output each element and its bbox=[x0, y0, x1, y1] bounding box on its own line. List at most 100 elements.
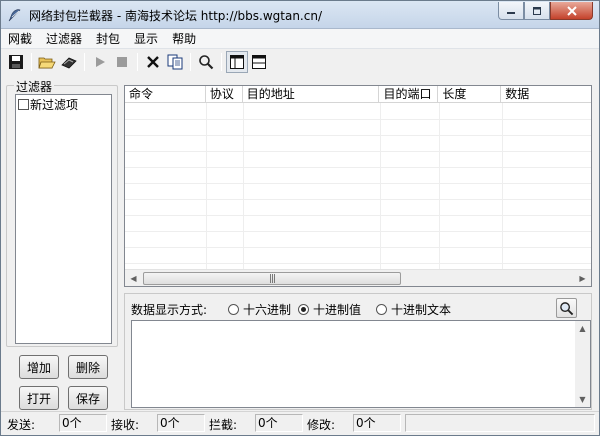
clear-button[interactable] bbox=[58, 51, 80, 73]
grid-line bbox=[125, 119, 591, 120]
scroll-thumb[interactable]: ||| bbox=[143, 272, 401, 285]
scroll-up-arrow[interactable]: ▲ bbox=[575, 321, 590, 336]
menu-item-view[interactable]: 显示 bbox=[127, 29, 165, 49]
grid-line bbox=[125, 215, 591, 216]
delete-icon bbox=[147, 56, 159, 68]
add-filter-button[interactable]: 增加 bbox=[19, 355, 59, 379]
layout-columns-button[interactable] bbox=[226, 51, 248, 73]
layout-rows-icon bbox=[252, 55, 266, 69]
radio-decimal-value-button[interactable] bbox=[298, 304, 309, 315]
toolbar-separator bbox=[190, 53, 191, 71]
eraser-icon bbox=[61, 57, 77, 69]
status-block-label: 拦截: bbox=[209, 418, 238, 432]
grid-line bbox=[125, 167, 591, 168]
column-header-data[interactable]: 数据 bbox=[501, 86, 591, 102]
layout-columns-icon bbox=[230, 55, 244, 69]
window-controls bbox=[498, 2, 593, 20]
grid-line bbox=[502, 103, 503, 269]
packet-list-header: 命令 协议 目的地址 目的端口 长度 数据 bbox=[125, 86, 591, 103]
column-header-dest-port[interactable]: 目的端口 bbox=[379, 86, 439, 102]
grid-line bbox=[243, 103, 244, 269]
grid-line bbox=[125, 199, 591, 200]
status-send-value: 0个 bbox=[59, 414, 107, 432]
grid-line bbox=[125, 135, 591, 136]
radio-decimal-text-button[interactable] bbox=[376, 304, 387, 315]
stop-button[interactable] bbox=[111, 51, 133, 73]
status-modify-label: 修改: bbox=[307, 418, 336, 432]
radio-decimal-value-label: 十进制值 bbox=[313, 303, 362, 317]
grid-line bbox=[125, 183, 591, 184]
delete-filter-button[interactable]: 删除 bbox=[68, 355, 108, 379]
radio-hex[interactable]: 十六进制 bbox=[228, 301, 291, 318]
grid-line bbox=[206, 103, 207, 269]
close-button[interactable] bbox=[550, 2, 593, 20]
menu-bar: 网截 过滤器 封包 显示 帮助 bbox=[1, 29, 599, 49]
packet-list[interactable]: 命令 协议 目的地址 目的端口 长度 数据 ◀ ||| ▶ bbox=[124, 85, 592, 287]
packet-list-grid bbox=[125, 103, 591, 269]
grid-line bbox=[125, 231, 591, 232]
grid-line bbox=[125, 151, 591, 152]
scroll-down-arrow[interactable]: ▼ bbox=[575, 392, 590, 407]
radio-selected-dot bbox=[301, 307, 306, 312]
close-icon bbox=[566, 5, 577, 16]
toolbar-separator bbox=[31, 53, 32, 71]
title-bar: 网络封包拦截器 - 南海技术论坛 http://bbs.wgtan.cn/ bbox=[1, 1, 599, 29]
save-icon bbox=[9, 55, 23, 69]
radio-decimal-text[interactable]: 十进制文本 bbox=[376, 301, 451, 318]
menu-item-capture[interactable]: 网截 bbox=[1, 29, 39, 49]
grid-line bbox=[125, 263, 591, 264]
status-panel-empty bbox=[405, 414, 595, 432]
window-title: 网络封包拦截器 - 南海技术论坛 http://bbs.wgtan.cn/ bbox=[29, 9, 322, 23]
data-search-button[interactable] bbox=[556, 298, 577, 318]
filter-list[interactable]: 新过滤项 bbox=[15, 94, 112, 344]
maximize-button[interactable] bbox=[524, 2, 550, 20]
column-header-command[interactable]: 命令 bbox=[125, 86, 206, 102]
save-filter-button[interactable]: 保存 bbox=[68, 386, 108, 410]
menu-item-packet[interactable]: 封包 bbox=[89, 29, 127, 49]
status-send-label: 发送: bbox=[7, 418, 36, 432]
grid-line bbox=[380, 103, 381, 269]
status-block-value: 0个 bbox=[255, 414, 303, 432]
stop-icon bbox=[117, 57, 127, 67]
radio-decimal-value[interactable]: 十进制值 bbox=[298, 301, 361, 318]
layout-rows-button[interactable] bbox=[248, 51, 270, 73]
radio-decimal-text-label: 十进制文本 bbox=[391, 303, 452, 317]
copy-button[interactable] bbox=[164, 51, 186, 73]
menu-item-filter[interactable]: 过滤器 bbox=[39, 29, 89, 49]
scroll-right-arrow[interactable]: ▶ bbox=[574, 270, 591, 286]
vertical-scrollbar[interactable]: ▲ ▼ bbox=[575, 321, 590, 407]
search-icon bbox=[199, 55, 214, 70]
app-feather-icon bbox=[8, 9, 21, 22]
column-header-dest-address[interactable]: 目的地址 bbox=[243, 86, 380, 102]
scroll-left-arrow[interactable]: ◀ bbox=[125, 270, 142, 286]
grid-line bbox=[125, 247, 591, 248]
column-header-protocol[interactable]: 协议 bbox=[206, 86, 243, 102]
toolbar bbox=[1, 49, 599, 75]
delete-button[interactable] bbox=[142, 51, 164, 73]
status-modify-value: 0个 bbox=[353, 414, 401, 432]
filter-item-checkbox[interactable] bbox=[18, 99, 29, 110]
radio-hex-button[interactable] bbox=[228, 304, 239, 315]
filter-item-label: 新过滤项 bbox=[30, 98, 79, 112]
open-button[interactable] bbox=[36, 51, 58, 73]
menu-item-help[interactable]: 帮助 bbox=[165, 29, 203, 49]
horizontal-scrollbar[interactable]: ◀ ||| ▶ bbox=[125, 269, 591, 286]
open-filter-button[interactable]: 打开 bbox=[19, 386, 59, 410]
radio-hex-label: 十六进制 bbox=[243, 303, 292, 317]
filter-group-label: 过滤器 bbox=[14, 78, 55, 95]
minimize-icon bbox=[507, 11, 515, 14]
play-icon bbox=[96, 57, 105, 67]
minimize-button[interactable] bbox=[498, 2, 524, 20]
find-button[interactable] bbox=[195, 51, 217, 73]
toolbar-separator bbox=[137, 53, 138, 71]
display-mode-label: 数据显示方式: bbox=[131, 303, 208, 317]
status-recv-value: 0个 bbox=[157, 414, 205, 432]
start-button[interactable] bbox=[89, 51, 111, 73]
data-text-area[interactable]: ▲ ▼ bbox=[131, 320, 591, 408]
status-bar: 发送: 0个 接收: 0个 拦截: 0个 修改: 0个 bbox=[1, 411, 599, 435]
maximize-icon bbox=[533, 6, 541, 15]
column-header-length[interactable]: 长度 bbox=[438, 86, 502, 102]
filter-item[interactable]: 新过滤项 bbox=[16, 95, 111, 114]
save-button[interactable] bbox=[5, 51, 27, 73]
open-folder-icon bbox=[38, 57, 56, 69]
